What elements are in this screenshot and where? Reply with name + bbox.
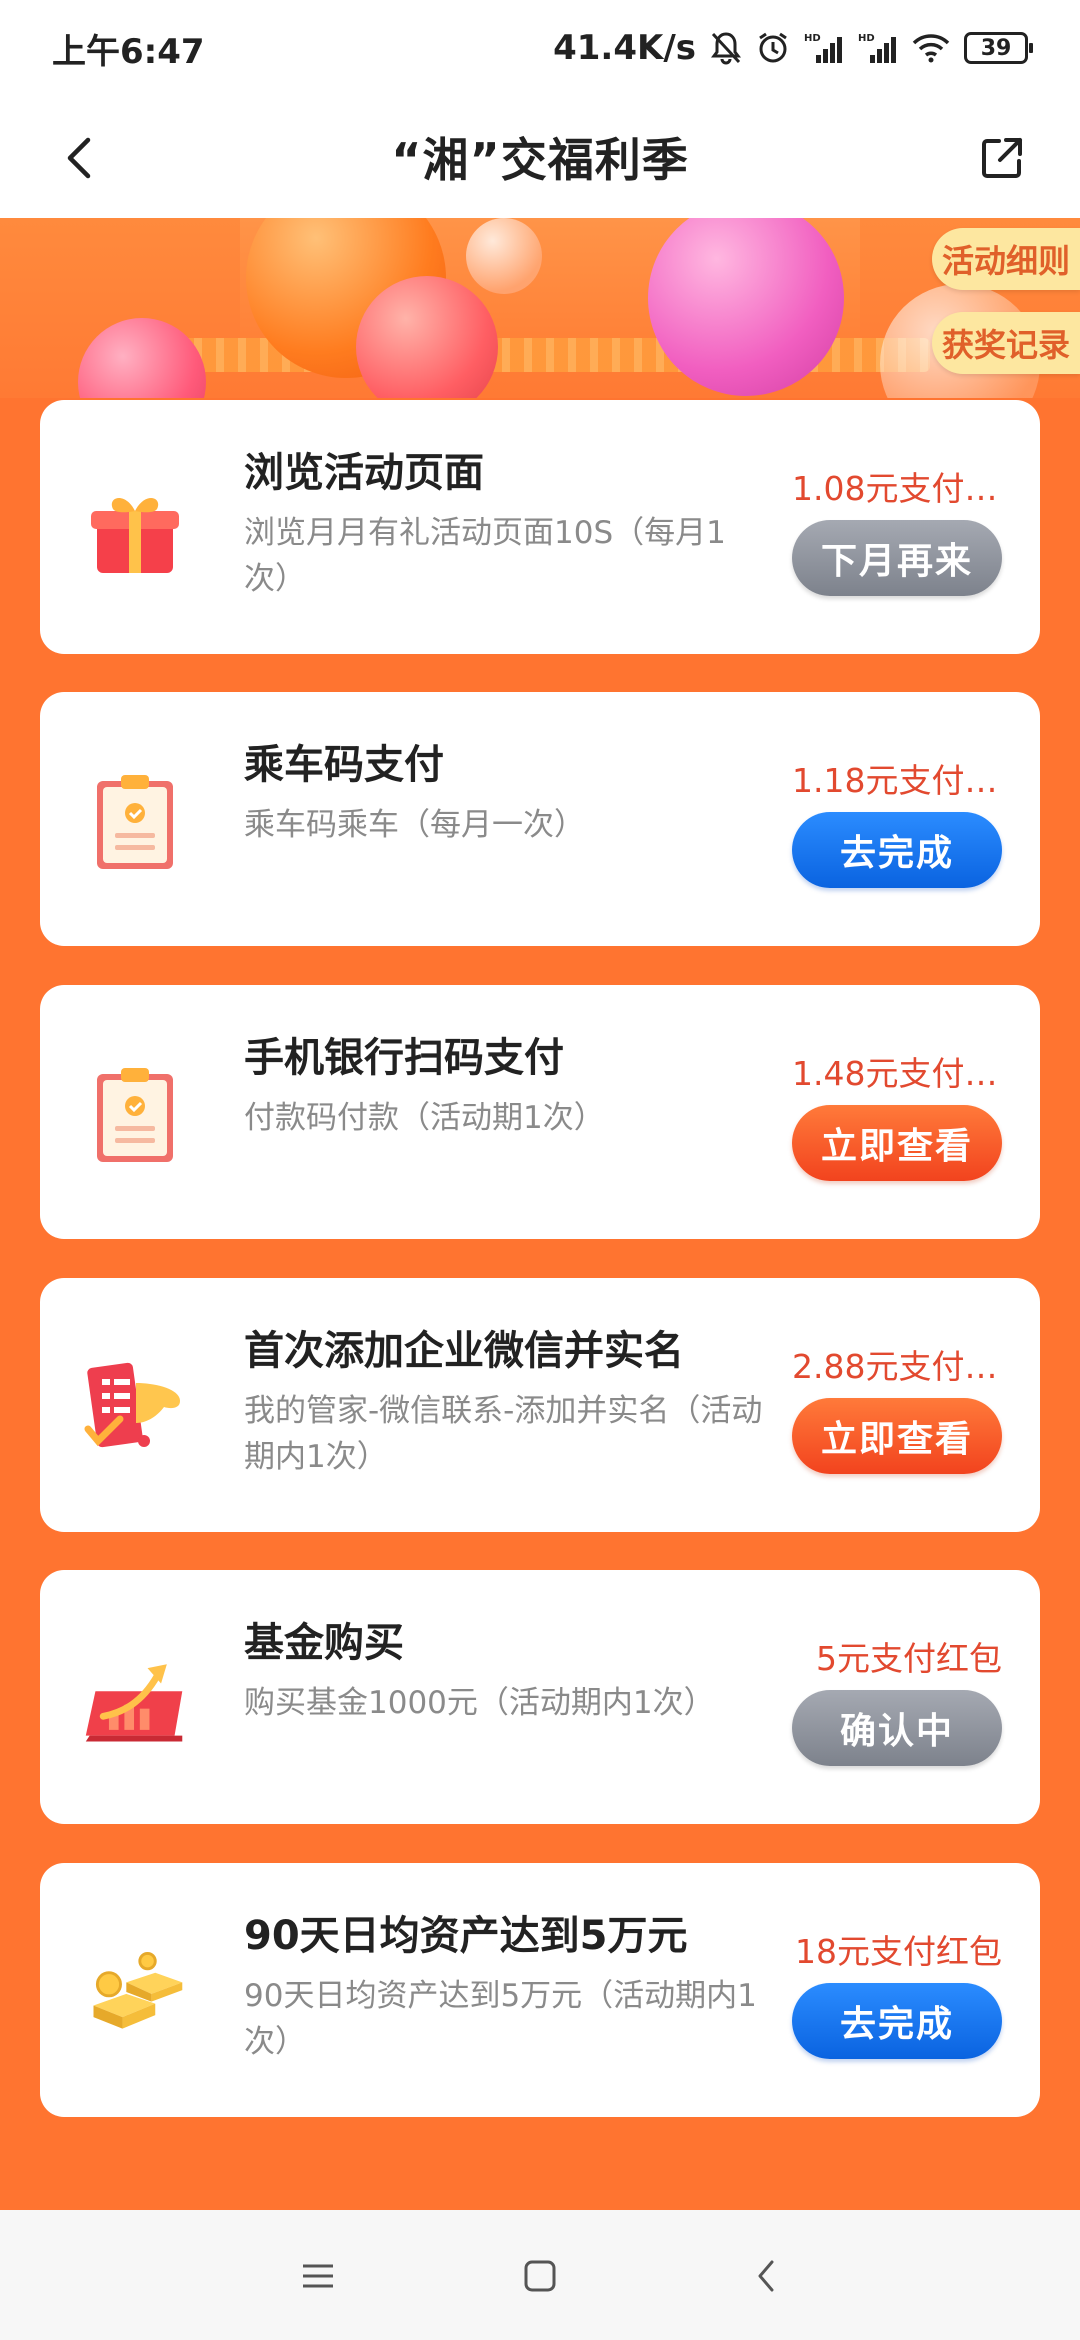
- clipboard-icon: [80, 1059, 190, 1169]
- battery-icon: 39: [964, 32, 1033, 64]
- task-title: 浏览活动页面: [244, 450, 484, 496]
- hd-signal-icon: HD: [858, 31, 898, 65]
- task-reward: 1.48元支付红包: [792, 1054, 1002, 1093]
- wifi-icon: [912, 33, 950, 63]
- go-complete-button[interactable]: 去完成: [792, 1983, 1002, 2059]
- decor-ball: [466, 218, 542, 294]
- card-check-icon: [80, 1352, 190, 1462]
- next-month-button[interactable]: 下月再来: [792, 520, 1002, 596]
- activity-rules-button[interactable]: 活动细则: [932, 228, 1080, 290]
- task-card: 手机银行扫码支付 付款码付款（活动期1次） 1.48元支付红包 立即查看: [40, 985, 1040, 1239]
- task-card: 首次添加企业微信并实名 我的管家-微信联系-添加并实名（活动期内1次） 2.88…: [40, 1278, 1040, 1532]
- task-description: 乘车码乘车（每月一次）: [244, 807, 585, 843]
- back-button[interactable]: [52, 130, 108, 186]
- task-description: 浏览月月有礼活动页面10S（每月1次）: [244, 515, 726, 597]
- page-header: “湘”交福利季: [0, 96, 1080, 218]
- go-complete-button[interactable]: 去完成: [792, 812, 1002, 888]
- confirming-button[interactable]: 确认中: [792, 1690, 1002, 1766]
- network-speed: 41.4K/s: [553, 28, 696, 68]
- back-icon[interactable]: [744, 2254, 788, 2298]
- task-description: 我的管家-微信联系-添加并实名（活动期内1次）: [244, 1393, 763, 1475]
- share-button[interactable]: [974, 130, 1030, 186]
- task-title: 手机银行扫码支付: [244, 1035, 564, 1081]
- task-reward: 18元支付红包: [795, 1932, 1002, 1971]
- svg-text:HD: HD: [858, 33, 875, 44]
- svg-text:HD: HD: [804, 33, 821, 44]
- status-time: 上午6:47: [52, 31, 205, 72]
- task-title: 乘车码支付: [244, 742, 444, 788]
- task-title: 首次添加企业微信并实名: [244, 1328, 684, 1374]
- task-reward: 1.18元支付红包: [792, 761, 1002, 800]
- decor-ball: [78, 318, 206, 398]
- hd-signal-icon: HD: [804, 31, 844, 65]
- battery-level: 39: [980, 35, 1012, 61]
- status-bar: 上午6:47 41.4K/s HD HD 39: [0, 0, 1080, 96]
- gift-icon: [80, 474, 190, 584]
- task-card: 乘车码支付 乘车码乘车（每月一次） 1.18元支付红包 去完成: [40, 692, 1040, 946]
- system-nav-bar: [0, 2210, 1080, 2340]
- task-card: 基金购买 购买基金1000元（活动期内1次） 5元支付红包 确认中: [40, 1570, 1040, 1824]
- task-description: 购买基金1000元（活动期内1次）: [244, 1685, 715, 1721]
- task-description: 90天日均资产达到5万元（活动期内1次）: [244, 1978, 757, 2060]
- status-icons: 41.4K/s HD HD 39: [553, 28, 1033, 68]
- bell-mute-icon: [710, 31, 742, 65]
- banner-image: [0, 218, 1080, 398]
- clipboard-icon: [80, 766, 190, 876]
- task-reward: 5元支付红包: [816, 1639, 1002, 1678]
- task-title: 基金购买: [244, 1620, 404, 1666]
- task-reward: 1.08元支付红包: [792, 469, 1002, 508]
- chevron-left-icon: [67, 137, 91, 179]
- task-card: 浏览活动页面 浏览月月有礼活动页面10S（每月1次） 1.08元支付红包 下月再…: [40, 400, 1040, 654]
- home-icon[interactable]: [518, 2254, 562, 2298]
- task-card: 90天日均资产达到5万元 90天日均资产达到5万元（活动期内1次） 18元支付红…: [40, 1863, 1040, 2117]
- alarm-icon: [756, 31, 790, 65]
- task-title: 90天日均资产达到5万元: [244, 1913, 688, 1959]
- view-now-button[interactable]: 立即查看: [792, 1105, 1002, 1181]
- menu-icon[interactable]: [296, 2254, 340, 2298]
- page-title: “湘”交福利季: [391, 133, 689, 187]
- task-reward: 2.88元支付红包: [792, 1347, 1002, 1386]
- task-description: 付款码付款（活动期1次）: [244, 1100, 605, 1136]
- chart-up-icon: [80, 1644, 190, 1754]
- gold-bars-icon: [80, 1937, 190, 2047]
- prize-records-button[interactable]: 获奖记录: [932, 312, 1080, 374]
- share-icon: [982, 138, 1022, 178]
- view-now-button[interactable]: 立即查看: [792, 1398, 1002, 1474]
